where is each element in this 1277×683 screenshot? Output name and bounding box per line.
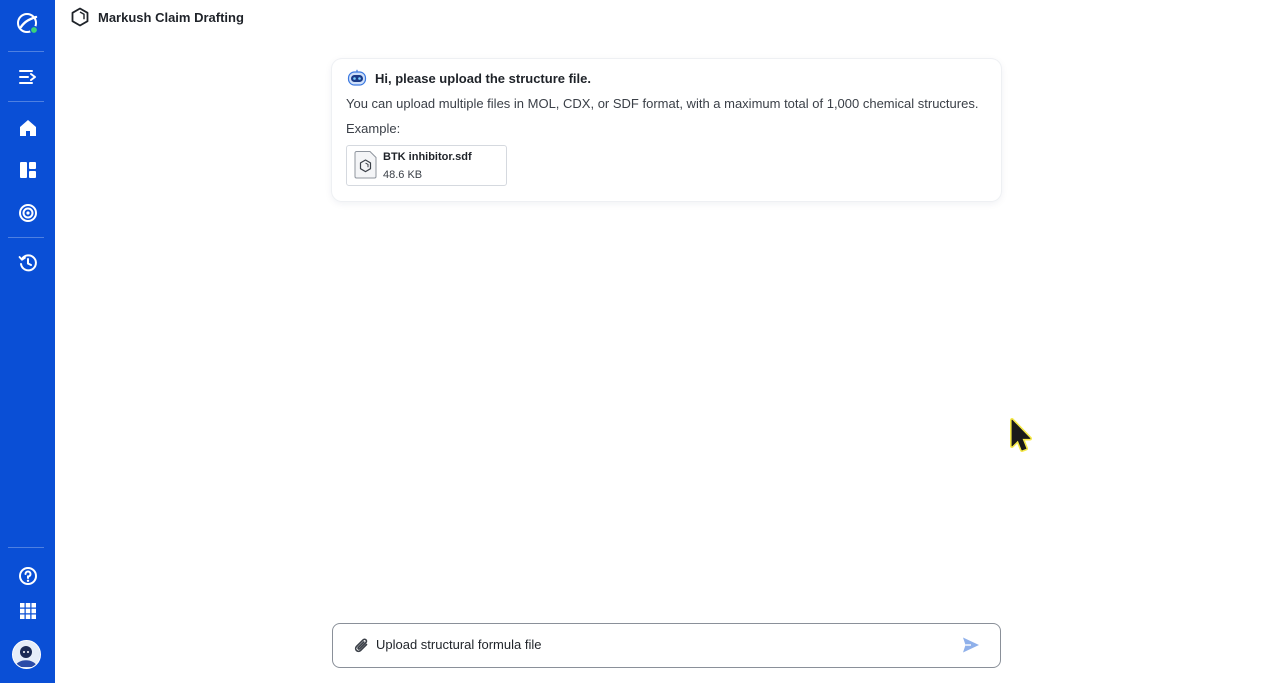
robot-assistant-icon <box>347 69 367 86</box>
greeting-text: Hi, please upload the structure file. <box>375 70 591 86</box>
sidebar-item-home[interactable] <box>0 110 55 146</box>
example-file-card[interactable]: BTK inhibitor.sdf 48.6 KB <box>346 145 507 186</box>
help-icon <box>18 567 37 585</box>
app-logo-icon <box>16 13 38 35</box>
paperclip-icon[interactable] <box>353 636 371 656</box>
sidebar-divider <box>8 101 44 102</box>
sidebar <box>0 0 55 683</box>
sidebar-item-history[interactable] <box>0 245 55 281</box>
sidebar-item-radar[interactable] <box>0 195 55 231</box>
structure-file-icon <box>354 151 377 179</box>
page-title: Markush Claim Drafting <box>98 9 244 25</box>
history-icon <box>18 254 37 272</box>
mouse-cursor-icon <box>1010 418 1032 452</box>
assistant-message-card: Hi, please upload the structure file. Yo… <box>332 59 1001 201</box>
upload-input-bar[interactable]: Upload structural formula file <box>332 623 1001 668</box>
sidebar-divider <box>8 547 44 548</box>
avatar[interactable] <box>12 640 41 669</box>
sidebar-item-help[interactable] <box>0 558 55 594</box>
molecule-hexagon-icon <box>71 7 89 27</box>
example-file-name: BTK inhibitor.sdf <box>383 151 472 163</box>
upload-input-placeholder: Upload structural formula file <box>376 637 542 652</box>
greeting-row: Hi, please upload the structure file. <box>347 68 591 88</box>
app-logo[interactable] <box>0 6 55 42</box>
sidebar-item-apps[interactable] <box>0 593 55 629</box>
upload-description: You can upload multiple files in MOL, CD… <box>346 96 979 111</box>
example-label: Example: <box>346 121 401 136</box>
sidebar-divider <box>8 237 44 238</box>
dashboard-icon <box>19 162 36 178</box>
sidebar-divider <box>8 51 44 52</box>
home-icon <box>19 120 36 136</box>
send-icon[interactable] <box>962 636 980 654</box>
sidebar-item-collapse[interactable] <box>0 59 55 95</box>
user-avatar-icon <box>13 641 39 667</box>
menu-collapse-icon <box>18 70 36 84</box>
page-header: Markush Claim Drafting <box>70 6 244 28</box>
grid-icon <box>19 603 36 619</box>
sidebar-item-dashboard[interactable] <box>0 152 55 188</box>
example-file-size: 48.6 KB <box>383 169 423 181</box>
radar-icon <box>18 204 37 222</box>
